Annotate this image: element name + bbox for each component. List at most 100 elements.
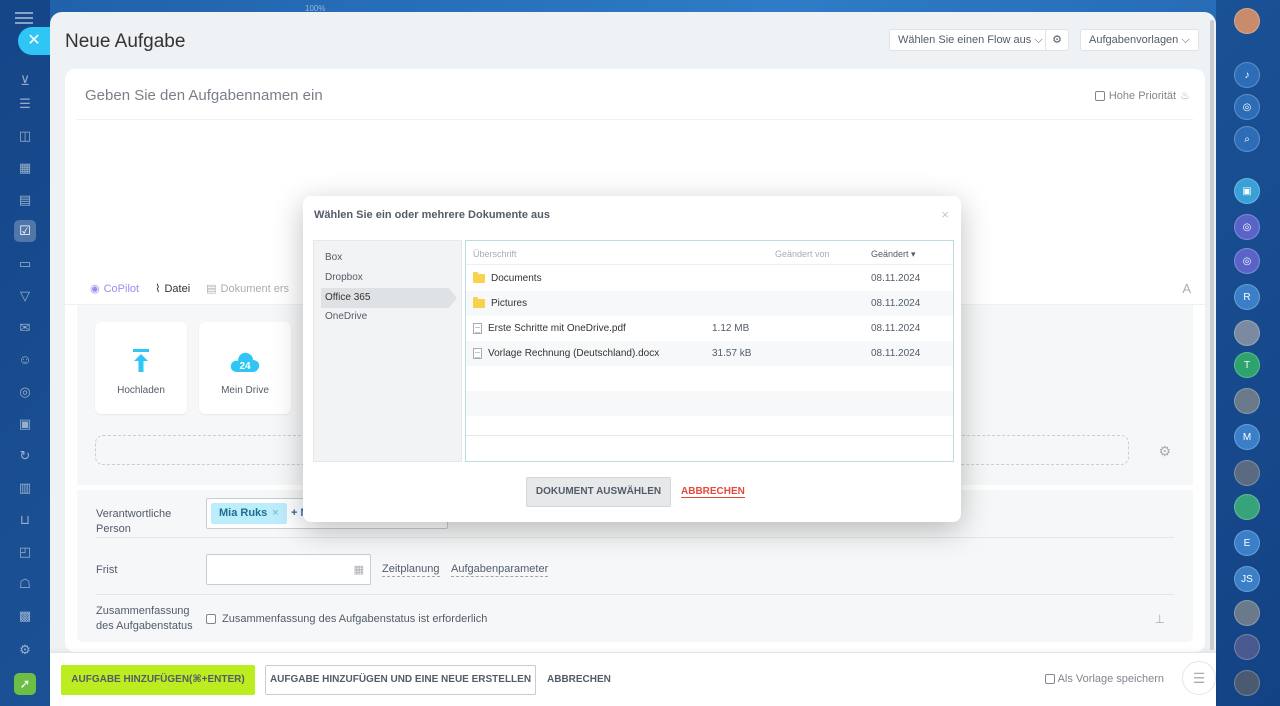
contact-avatar[interactable] [1234,634,1260,660]
bell-icon[interactable]: ♪ [1234,62,1260,88]
provider-office365[interactable]: Office 365 [321,288,457,308]
feed-icon[interactable]: ☰ [14,93,36,115]
close-slider-button[interactable]: ✕ [18,27,50,55]
refresh-icon[interactable]: ↻ [14,445,36,467]
file-date: 08.11.2024 [871,298,921,309]
provider-list: Box Dropbox Office 365 OneDrive [313,240,462,462]
pin-icon[interactable]: ⊥ [1155,612,1165,626]
document-picker-dialog: Wählen Sie ein oder mehrere Dokumente au… [303,196,961,522]
menu-icon[interactable] [15,12,33,24]
analytics-icon[interactable]: ▥ [14,477,36,499]
document-label: Dokument ers [220,282,290,295]
robot-icon[interactable]: ☖ [14,573,36,595]
contact-avatar[interactable] [1234,600,1260,626]
choose-document-button[interactable]: DOKUMENT AUSWÄHLEN [526,477,671,507]
high-priority-toggle[interactable]: Hohe Priorität ♨ [1094,89,1190,102]
file-row[interactable]: Documents 08.11.2024 [466,266,953,291]
filter-icon[interactable]: ▽ [14,285,36,307]
target-icon[interactable]: ◎ [1234,94,1260,120]
contact-avatar-t[interactable]: T [1234,352,1260,378]
task-name-input[interactable]: Geben Sie den Aufgabennamen ein [85,87,323,104]
font-format-button[interactable]: A [1182,281,1191,296]
rocket-icon[interactable]: ➚ [14,673,36,695]
task-parameters-link[interactable]: Aufgabenparameter [451,563,549,577]
file-date: 08.11.2024 [871,273,921,284]
column-changed-by[interactable]: Geändert von [775,249,830,259]
settings-circle-icon[interactable]: ◎ [14,381,36,403]
contact-avatar[interactable] [1234,460,1260,486]
scheduling-link[interactable]: Zeitplanung [382,563,440,577]
contact-avatar-r[interactable]: R [1234,284,1260,310]
list-menu-button[interactable]: ☰ [1182,661,1216,695]
documents-icon[interactable]: ▤ [14,189,36,211]
provider-onedrive[interactable]: OneDrive [325,311,367,322]
upload-card[interactable]: Hochladen [95,322,187,414]
save-template-checkbox[interactable] [1044,674,1055,684]
crm-icon[interactable]: ▭ [14,253,36,275]
close-icon[interactable]: × [941,207,949,222]
contact-avatar[interactable] [1234,320,1260,346]
calendar-icon[interactable]: ▦ [354,563,364,576]
status-summary-toggle[interactable]: Zusammenfassung des Aufgabenstatus ist e… [206,613,487,625]
templates-button[interactable]: Aufgabenvorlagen ⌵ [1080,29,1199,51]
status-summary-label: Zusammenfassung des Aufgabenstatus [96,605,193,632]
cancel-button[interactable]: ABBRECHEN [547,665,611,695]
channel-avatar[interactable]: ◎ [1234,214,1260,240]
file-row[interactable]: Erste Schritte mit OneDrive.pdf 1.12 MB … [466,316,953,341]
fire-icon: ♨ [1180,90,1190,102]
add-and-new-button[interactable]: AUFGABE HINZUFÜGEN UND EINE NEUE ERSTELL… [265,665,536,695]
document-button[interactable]: ▤ Dokument ers [206,282,290,296]
contact-avatar-js[interactable]: JS [1234,566,1260,592]
mail-icon[interactable]: ✉ [14,317,36,339]
user-avatar[interactable] [1234,8,1260,34]
left-navigation: ⊻ ☰ ◫ ▦ ▤ ☑ ▭ ▽ ✉ ☺ ◎ ▣ ↻ ▥ ⊔ ◰ ☖ ▩ ⚙ ➚ [0,0,50,706]
file-button[interactable]: ⌇ Datei [155,282,190,296]
file-row[interactable]: Vorlage Rechnung (Deutschland).docx 31.5… [466,341,953,366]
scrollbar[interactable] [1210,20,1214,650]
file-row[interactable]: Pictures 08.11.2024 [466,291,953,316]
contact-avatar[interactable] [1234,494,1260,520]
dialog-cancel-button[interactable]: ABBRECHEN [681,486,745,498]
chat-avatar[interactable]: ▣ [1234,178,1260,204]
copilot-label: CoPilot [103,282,140,295]
contact-avatar-m[interactable]: M [1234,424,1260,450]
channel-avatar-2[interactable]: ◎ [1234,248,1260,274]
flow-select[interactable]: Wählen Sie einen Flow aus ⌵ [889,29,1052,51]
page-title: Neue Aufgabe [65,31,186,52]
divider [96,594,1174,595]
save-template-toggle[interactable]: Als Vorlage speichern [1044,673,1164,685]
contact-avatar[interactable] [1234,670,1260,696]
my-drive-card[interactable]: 24 Mein Drive [199,322,291,414]
chat-icon[interactable]: ◫ [14,125,36,147]
folder-icon [473,272,485,283]
high-priority-checkbox[interactable] [1094,90,1105,101]
gear-icon[interactable]: ⚙ [1158,443,1171,460]
board-icon[interactable]: ▣ [14,413,36,435]
status-summary-checkbox[interactable] [206,614,216,624]
provider-box[interactable]: Box [325,252,342,263]
sites-icon[interactable]: ◰ [14,541,36,563]
search-chat-icon[interactable]: ⌕ [1234,126,1260,152]
drive-badge: 24 [239,361,251,372]
provider-dropbox[interactable]: Dropbox [325,272,363,283]
file-date: 08.11.2024 [871,323,921,334]
add-task-button[interactable]: AUFGABE HINZUFÜGEN(⌘+ENTER) [61,665,255,695]
store-icon[interactable]: ▩ [14,605,36,627]
deadline-input[interactable]: ▦ [206,554,371,585]
cart-icon[interactable]: ⊔ [14,509,36,531]
remove-tag-icon[interactable]: × [272,507,278,519]
contacts-icon[interactable]: ☺ [14,349,36,371]
contact-avatar[interactable] [1234,388,1260,414]
pin-icon[interactable]: ⊻ [14,70,36,92]
right-navigation: ♪ ◎ ⌕ ▣ ◎ ◎ R T M E JS [1216,0,1280,706]
responsible-tag[interactable]: Mia Ruks × [211,503,287,524]
settings-button[interactable]: ⚙ [1045,29,1069,51]
contact-avatar-e[interactable]: E [1234,530,1260,556]
tasks-icon[interactable]: ☑ [14,220,36,242]
gear-icon[interactable]: ⚙ [14,639,36,661]
empty-row [466,391,953,416]
column-changed[interactable]: Geändert ▾ [871,249,916,260]
column-heading[interactable]: Überschrift [473,249,517,259]
calendar-icon[interactable]: ▦ [14,157,36,179]
copilot-button[interactable]: ◉ CoPilot [90,282,140,296]
